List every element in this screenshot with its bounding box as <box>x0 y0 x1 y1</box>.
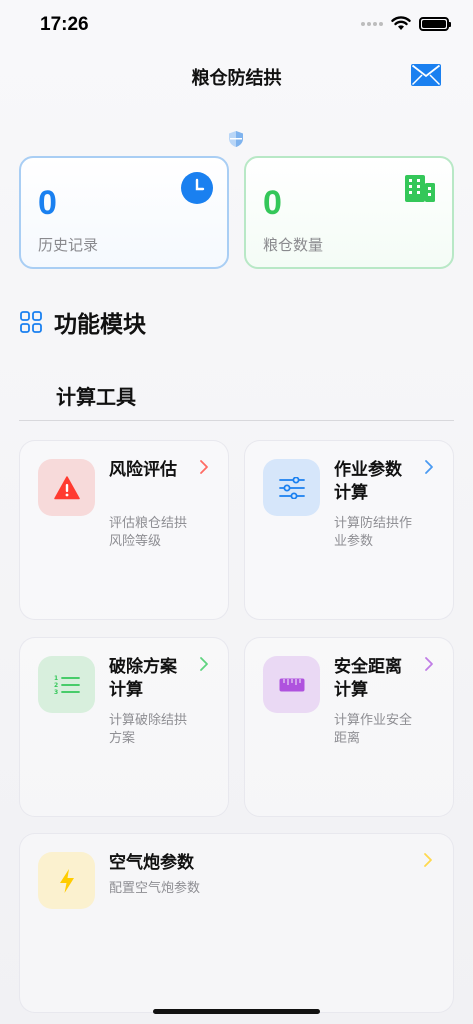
tool-title: 风险评估 <box>109 460 177 480</box>
history-card[interactable]: 0 历史记录 <box>19 156 229 269</box>
tool-card-safety[interactable]: 安全距离计算 计算作业安全距离 <box>244 637 454 817</box>
tool-title: 安全距离计算 <box>334 657 402 700</box>
shield-icon <box>229 131 243 147</box>
tool-icon-box <box>38 459 95 516</box>
tool-desc: 计算作业安全距离 <box>334 713 413 746</box>
warning-icon <box>53 475 80 499</box>
history-count: 0 <box>38 184 57 222</box>
page-title: 粮仓防结拱 <box>191 68 282 89</box>
granary-card[interactable]: 0 粮仓数量 <box>244 156 454 269</box>
tool-title: 作业参数计算 <box>334 460 402 503</box>
tool-icon-box: 123 <box>38 656 95 713</box>
signal-icon <box>361 21 383 26</box>
chevron-right-icon <box>200 657 208 671</box>
chevron-right-icon <box>424 853 432 867</box>
tool-card-risk[interactable]: 风险评估 评估粮仓结拱风险等级 <box>19 440 229 620</box>
wifi-icon <box>391 16 411 30</box>
home-indicator[interactable] <box>153 1009 320 1014</box>
status-bar: 17:26 <box>0 0 473 50</box>
tool-card-air-cannon[interactable]: 空气炮参数 配置空气炮参数 <box>19 833 454 1013</box>
chevron-right-icon <box>425 657 433 671</box>
tool-card-params[interactable]: 作业参数计算 计算防结拱作业参数 <box>244 440 454 620</box>
clock-icon <box>181 172 213 204</box>
granary-count: 0 <box>263 184 282 222</box>
subsection-title: 计算工具 <box>56 385 136 409</box>
tool-icon-box <box>263 459 320 516</box>
granary-label: 粮仓数量 <box>263 236 324 254</box>
section-header: 功能模块 <box>20 305 146 339</box>
svg-text:3: 3 <box>54 689 58 696</box>
chevron-right-icon <box>200 460 208 474</box>
tool-desc: 配置空气炮参数 <box>109 881 201 896</box>
svg-text:2: 2 <box>54 682 58 689</box>
history-label: 历史记录 <box>38 236 99 254</box>
chevron-right-icon <box>425 460 433 474</box>
tool-title: 破除方案计算 <box>109 657 177 700</box>
battery-icon <box>419 16 451 31</box>
tool-icon-box <box>263 656 320 713</box>
list-numbered-icon: 123 <box>54 675 80 696</box>
tool-desc: 计算破除结拱方案 <box>109 713 188 746</box>
status-indicators <box>361 16 451 31</box>
tool-title: 空气炮参数 <box>109 853 194 873</box>
sliders-icon <box>278 476 305 499</box>
tool-icon-box <box>38 852 95 909</box>
mail-icon[interactable] <box>411 64 441 86</box>
svg-text:1: 1 <box>54 675 58 682</box>
tool-card-breakup[interactable]: 123 破除方案计算 计算破除结拱方案 <box>19 637 229 817</box>
building-icon <box>405 175 435 202</box>
grid-icon <box>20 311 42 333</box>
tool-desc: 评估粮仓结拱风险等级 <box>109 516 188 549</box>
bolt-icon <box>59 868 74 893</box>
section-title: 功能模块 <box>54 312 146 338</box>
status-time: 17:26 <box>40 14 89 35</box>
divider <box>19 420 454 421</box>
ruler-icon <box>279 678 304 691</box>
tool-desc: 计算防结拱作业参数 <box>334 516 413 549</box>
